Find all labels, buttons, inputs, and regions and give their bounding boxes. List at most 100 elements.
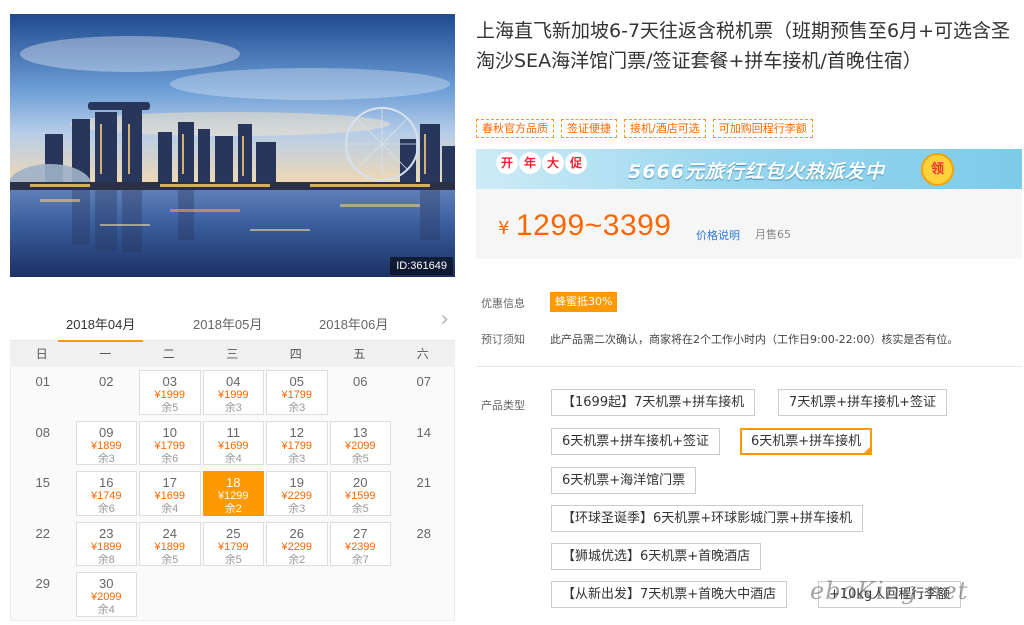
- day-stock: 余5: [351, 452, 369, 465]
- day-number: 15: [35, 475, 50, 490]
- calendar-day: 08: [11, 418, 75, 469]
- day-price: ¥2099: [344, 439, 376, 452]
- calendar-day[interactable]: 05 ¥1799 余3: [266, 370, 328, 415]
- tab-month-2018-04[interactable]: 2018年04月: [57, 314, 144, 342]
- day-stock: 余8: [97, 553, 115, 566]
- price-explanation-link[interactable]: 价格说明: [696, 227, 740, 243]
- day-number: 05: [289, 374, 304, 389]
- product-option[interactable]: 【狮城优选】6天机票+首晚酒店: [551, 543, 762, 570]
- chevron-right-icon[interactable]: ›: [440, 309, 449, 331]
- day-stock: 余2: [288, 553, 306, 566]
- day-stock: 余3: [224, 402, 242, 414]
- product-option-selected[interactable]: 6天机票+拼车接机: [740, 428, 873, 455]
- day-number: 28: [416, 525, 431, 541]
- product-option[interactable]: 【1699起】7天机票+拼车接机: [551, 389, 756, 416]
- weekday-label: 一: [99, 347, 112, 361]
- promo-banner[interactable]: 开年大促 5666元旅行红包火热派发中 领: [476, 149, 1022, 189]
- calendar-day[interactable]: 11 ¥1699 余4: [202, 420, 264, 465]
- product-option[interactable]: 6天机票+海洋馆门票: [551, 467, 697, 494]
- calendar-day[interactable]: 16 ¥1749 余6: [75, 471, 137, 516]
- day-stock: 余4: [161, 503, 179, 515]
- promo-badge: 开年大促: [496, 152, 588, 182]
- calendar-day[interactable]: 27 ¥2399 余7: [329, 521, 391, 566]
- calendar-day[interactable]: 26 ¥2299 余2: [266, 521, 328, 566]
- day-number: 21: [416, 475, 431, 490]
- product-option[interactable]: +10kg人回程行李额: [818, 581, 962, 608]
- calendar-day[interactable]: 17 ¥1699 余4: [139, 471, 201, 516]
- day-price: ¥1799: [281, 389, 313, 401]
- calendar-day[interactable]: 24 ¥1899 余5: [139, 521, 201, 566]
- calendar-day[interactable]: 23 ¥1899 余8: [75, 521, 137, 566]
- calendar-day: 07: [392, 367, 456, 418]
- day-stock: 余5: [161, 402, 179, 414]
- calendar-day-selected[interactable]: 18 ¥1299 余2: [202, 471, 264, 516]
- day-number: 17: [162, 475, 177, 490]
- day-stock: 余3: [97, 452, 115, 465]
- weekday-label: 二: [162, 347, 175, 361]
- weekday-label: 日: [35, 347, 48, 361]
- calendar-day[interactable]: 19 ¥2299 余3: [266, 471, 328, 516]
- feature-tag: 接机/酒店可选: [624, 119, 706, 138]
- calendar-day[interactable]: 13 ¥2099 余5: [329, 420, 391, 465]
- month-tabs: 2018年04月 2018年05月 2018年06月 ›: [10, 300, 455, 342]
- feature-tag: 春秋官方品质: [476, 119, 554, 138]
- calendar-day: 22: [11, 519, 75, 570]
- day-price: ¥1699: [217, 439, 249, 452]
- day-number: 06: [353, 374, 368, 389]
- feature-tag: 签证便捷: [561, 119, 617, 138]
- feature-tag: 可加购回程行李额: [712, 119, 813, 138]
- day-number: 27: [353, 525, 368, 541]
- product-option[interactable]: 6天机票+拼车接机+签证: [551, 428, 721, 455]
- day-price: ¥1299: [217, 490, 249, 502]
- day-number: 13: [353, 424, 368, 440]
- day-stock: 余5: [161, 553, 179, 566]
- day-price: ¥1749: [90, 490, 122, 502]
- calendar-day[interactable]: 03 ¥1999 余5: [139, 370, 201, 415]
- product-option[interactable]: 【环球圣诞季】6天机票+环球影城门票+拼车接机: [551, 505, 864, 532]
- calendar-day[interactable]: 09 ¥1899 余3: [75, 420, 137, 465]
- day-number: 11: [226, 424, 241, 440]
- calendar-day[interactable]: 12 ¥1799 余3: [266, 420, 328, 465]
- day-number: 22: [35, 525, 50, 541]
- day-number: 12: [289, 424, 304, 440]
- day-number: 03: [162, 374, 177, 389]
- day-price: ¥2099: [90, 591, 122, 603]
- coupon-coin-icon[interactable]: 领: [921, 153, 954, 186]
- calendar-day: 15: [11, 468, 75, 519]
- product-option[interactable]: 7天机票+拼车接机+签证: [778, 389, 948, 416]
- tab-month-2018-06[interactable]: 2018年06月: [319, 314, 388, 333]
- promo-char: 促: [565, 152, 587, 174]
- calendar-day[interactable]: 25 ¥1799 余5: [202, 521, 264, 566]
- day-stock: 余3: [288, 452, 306, 465]
- calendar-day[interactable]: 04 ¥1999 余3: [202, 370, 264, 415]
- calendar-day: 21: [392, 468, 456, 519]
- product-option[interactable]: 【从新出发】7天机票+首晚大中酒店: [551, 581, 788, 608]
- promo-char: 大: [542, 152, 564, 174]
- calendar-day: 29: [11, 569, 75, 620]
- calendar-day[interactable]: 30 ¥2099 余4: [75, 572, 137, 617]
- day-number: 07: [416, 374, 431, 389]
- calendar-day: 14: [392, 418, 456, 469]
- weekday-header: 日一二三四五六: [10, 340, 455, 367]
- day-number: 29: [35, 576, 50, 591]
- day-number: 10: [162, 424, 177, 440]
- product-title: 上海直飞新加坡6-7天往返含税机票（班期预售至6月+可选含圣淘沙SEA海洋馆门票…: [476, 20, 1011, 72]
- day-number: 01: [35, 374, 50, 389]
- image-id-label: ID:361649: [390, 257, 453, 275]
- day-number: 02: [99, 374, 114, 389]
- calendar-day: 01: [11, 367, 75, 418]
- calendar-day[interactable]: 10 ¥1799 余6: [139, 420, 201, 465]
- day-stock: 余4: [97, 604, 115, 616]
- day-number: 04: [226, 374, 241, 389]
- calendar-day[interactable]: 20 ¥1599 余5: [329, 471, 391, 516]
- tab-month-2018-05[interactable]: 2018年05月: [193, 314, 262, 333]
- discount-badge: 蜂蜜抵30%: [550, 292, 618, 312]
- calendar-day: 06: [329, 367, 393, 418]
- feature-tags: 春秋官方品质 签证便捷 接机/酒店可选 可加购回程行李额: [476, 119, 813, 138]
- product-photo: ID:361649: [10, 14, 455, 277]
- day-number: 16: [99, 475, 114, 490]
- day-number: 25: [226, 525, 241, 541]
- day-stock: 余6: [97, 503, 115, 515]
- day-price: ¥1599: [344, 490, 376, 502]
- day-price: ¥1999: [217, 389, 249, 401]
